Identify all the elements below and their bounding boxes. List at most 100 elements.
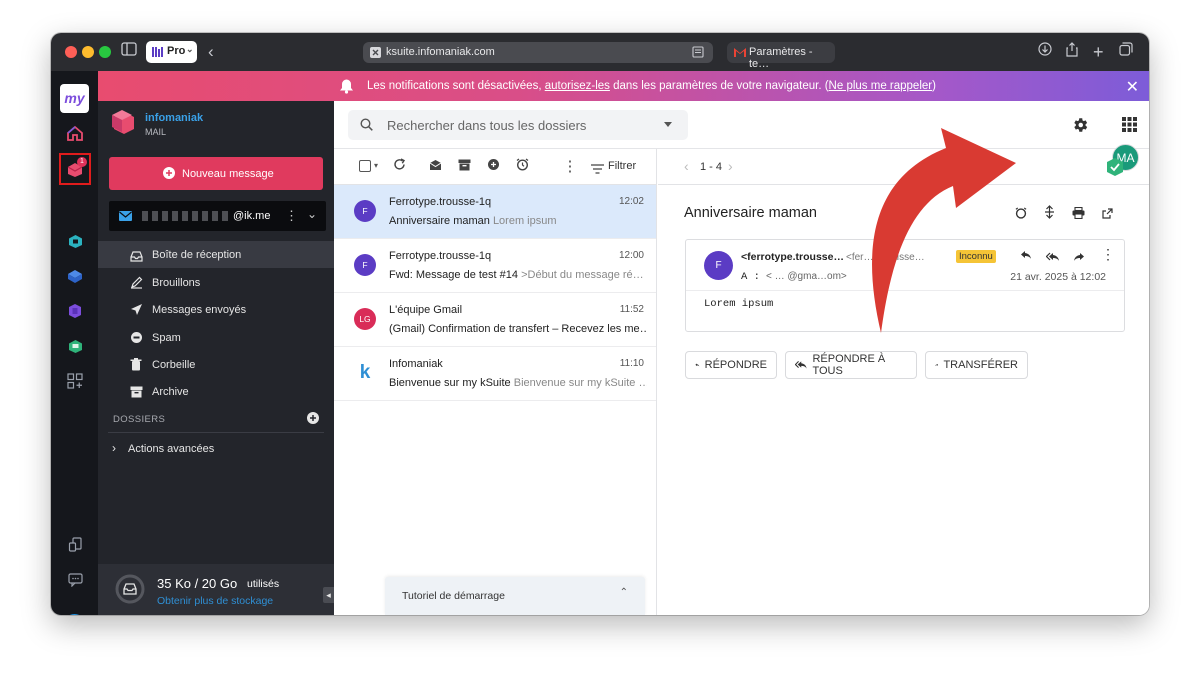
- previous-page-icon[interactable]: ‹: [684, 158, 689, 174]
- rail-contacts-icon[interactable]: [64, 300, 86, 322]
- reply-all-icon[interactable]: [1045, 249, 1060, 267]
- folder-archive[interactable]: Archive: [98, 378, 334, 405]
- pagination: 1 - 4: [700, 161, 723, 173]
- folder-spam[interactable]: Spam: [98, 324, 334, 351]
- forward-label: TRANSFÉRER: [943, 359, 1018, 371]
- trash-icon: [130, 358, 142, 376]
- folder-sent[interactable]: Messages envoyés: [98, 296, 334, 323]
- allow-notifications-link[interactable]: autorisez-les: [545, 80, 610, 92]
- dismiss-reminder-link[interactable]: Ne plus me rappeler: [829, 80, 933, 92]
- tab-overview-icon[interactable]: [1119, 42, 1133, 62]
- table-row[interactable]: F Ferrotype.trousse-1q 12:02 Anniversair…: [334, 185, 656, 239]
- rail-devices-icon[interactable]: [64, 533, 86, 555]
- to-value: < … @gma…om>: [766, 271, 847, 282]
- row-subject-line: Fwd: Message de test #14 >Début du messa…: [389, 269, 647, 281]
- support-headset-icon[interactable]: [63, 614, 86, 615]
- my-ksuite-logo[interactable]: my: [60, 84, 89, 113]
- folder-trash[interactable]: Corbeille: [98, 351, 334, 378]
- new-tab-icon[interactable]: +: [1093, 42, 1104, 62]
- product-name: MAIL: [145, 127, 167, 137]
- apps-grid-icon[interactable]: [1122, 117, 1137, 137]
- collapse-sidebar-icon[interactable]: ◂: [323, 587, 334, 603]
- reader-mode-icon[interactable]: [692, 46, 704, 61]
- new-message-button[interactable]: Nouveau message: [109, 157, 323, 190]
- table-row[interactable]: LG L'équipe Gmail 11:52 (Gmail) Confirma…: [334, 293, 656, 347]
- print-icon[interactable]: [1072, 206, 1085, 224]
- zoom-window-button[interactable]: [99, 46, 111, 58]
- expand-thread-icon[interactable]: [1044, 205, 1055, 224]
- search-options-caret-icon[interactable]: [664, 122, 672, 127]
- sender-name: <ferrotype.trousse…: [741, 251, 844, 263]
- mark-read-icon[interactable]: [426, 158, 444, 176]
- tutorial-panel[interactable]: Tutoriel de démarrage ⌃: [385, 577, 645, 615]
- rail-chat-icon[interactable]: [64, 335, 86, 357]
- reply-icon[interactable]: [1020, 249, 1032, 263]
- workspace-label: Pro: [167, 45, 186, 57]
- message-card: F <ferrotype.trousse… <fer…e.trousse… In…: [685, 239, 1125, 332]
- folder-label: Spam: [152, 332, 181, 344]
- ksuite-check-icon[interactable]: [1106, 157, 1124, 182]
- row-time: 11:10: [619, 358, 644, 369]
- row-subject-line: Bienvenue sur my kSuite Bienvenue sur my…: [389, 377, 647, 389]
- redacted-address: [142, 211, 232, 221]
- tab-title: Paramètres - te…: [749, 46, 813, 70]
- add-folder-icon[interactable]: [307, 411, 319, 429]
- advanced-actions-item[interactable]: › Actions avancées: [98, 438, 334, 462]
- bell-icon: [339, 78, 354, 97]
- notif-text-2: dans les paramètres de votre navigateur.…: [609, 80, 829, 92]
- main-area: Rechercher dans tous les dossiers MA ▾ ⋮…: [334, 101, 1149, 615]
- close-window-button[interactable]: [65, 46, 77, 58]
- sender-email: <fer…e.trousse…: [846, 252, 925, 263]
- spam-icon: [130, 331, 143, 349]
- browser-tab-settings[interactable]: Paramètres - te…: [727, 42, 835, 70]
- rail-drive-icon[interactable]: [64, 230, 86, 252]
- account-selector[interactable]: @ik.me ⋮ ⌄: [109, 201, 326, 231]
- snooze-icon[interactable]: [1015, 206, 1027, 224]
- downloads-icon[interactable]: [1038, 42, 1052, 62]
- select-all-checkbox[interactable]: [359, 160, 371, 172]
- rail-home-icon[interactable]: [64, 122, 86, 144]
- chevron-up-icon[interactable]: ⌃: [620, 587, 628, 598]
- table-row[interactable]: F Ferrotype.trousse-1q 12:00 Fwd: Messag…: [334, 239, 656, 293]
- folder-drafts[interactable]: Brouillons: [98, 269, 334, 296]
- plus-circle-icon: [163, 167, 175, 182]
- reply-button[interactable]: RÉPONDRE: [685, 351, 777, 379]
- row-sender: Infomaniak: [389, 358, 443, 370]
- rail-feedback-icon[interactable]: [64, 569, 86, 591]
- back-icon[interactable]: ‹: [208, 42, 214, 62]
- mail-badge: 1: [77, 157, 87, 167]
- folder-inbox[interactable]: Boîte de réception: [98, 241, 334, 268]
- kebab-menu-icon[interactable]: ⋮: [285, 208, 298, 224]
- snooze-alarm-icon[interactable]: [513, 158, 531, 176]
- sidebar-toggle-icon[interactable]: [121, 42, 137, 62]
- settings-gear-icon[interactable]: [1071, 116, 1089, 139]
- chevron-down-icon[interactable]: ⌄: [307, 207, 317, 221]
- open-in-new-icon[interactable]: [1102, 206, 1113, 224]
- address-bar[interactable]: ksuite.infomaniak.com: [363, 42, 713, 63]
- next-page-icon[interactable]: ›: [728, 158, 733, 174]
- more-actions-icon[interactable]: ⋮: [561, 158, 579, 176]
- archive-action-icon[interactable]: [455, 158, 473, 176]
- message-more-icon[interactable]: ⋮: [1101, 246, 1115, 263]
- search-box[interactable]: Rechercher dans tous les dossiers: [348, 110, 688, 140]
- refresh-icon[interactable]: [390, 158, 408, 176]
- forward-icon[interactable]: [1073, 249, 1085, 267]
- rail-calendar-icon[interactable]: [64, 265, 86, 287]
- table-row[interactable]: k Infomaniak 11:10 Bienvenue sur my kSui…: [334, 347, 656, 401]
- close-banner-icon[interactable]: ✕: [1126, 77, 1139, 97]
- forward-button[interactable]: TRANSFÉRER: [925, 351, 1028, 379]
- minimize-window-button[interactable]: [82, 46, 94, 58]
- workspace-selector[interactable]: Pro ⌄: [146, 41, 197, 63]
- reply-icon: [695, 363, 700, 367]
- mail-sidebar: infomaniak MAIL Nouveau message @ik.me ⋮…: [98, 101, 334, 615]
- spam-action-icon[interactable]: [484, 158, 502, 176]
- select-caret-icon[interactable]: ▾: [374, 161, 378, 170]
- get-more-storage-link[interactable]: Obtenir plus de stockage: [157, 595, 273, 607]
- search-input[interactable]: Rechercher dans tous les dossiers: [387, 118, 586, 133]
- reply-all-button[interactable]: RÉPONDRE À TOUS: [785, 351, 917, 379]
- share-icon[interactable]: [1065, 42, 1079, 63]
- rail-apps-grid-icon[interactable]: [64, 370, 86, 392]
- rail-mail-item[interactable]: 1: [59, 153, 91, 185]
- envelope-icon: [119, 211, 132, 224]
- filter-button[interactable]: Filtrer: [608, 160, 636, 172]
